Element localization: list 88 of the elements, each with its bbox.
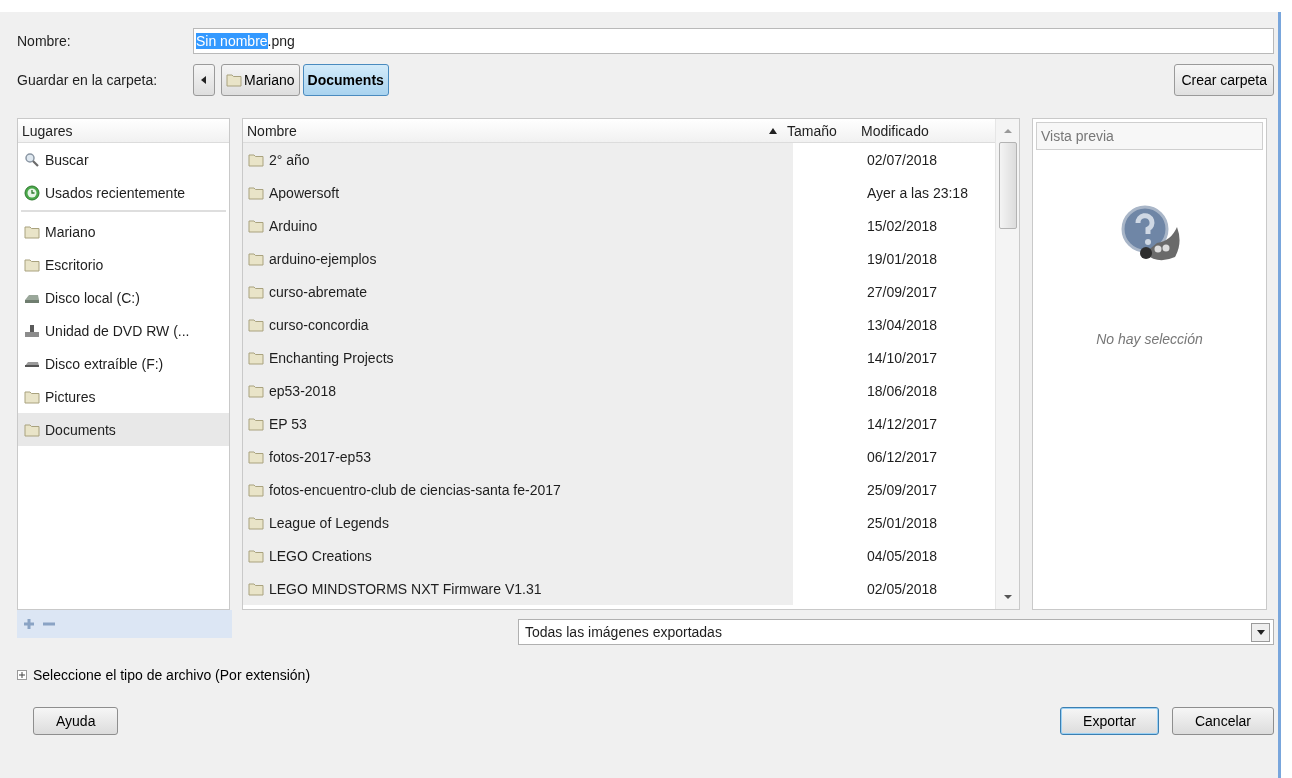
modified-date: 14/10/2017 (867, 349, 939, 366)
modified-date: 15/02/2018 (867, 217, 939, 234)
place-item[interactable]: Pictures (18, 380, 229, 413)
folder-icon (248, 581, 264, 596)
file-name[interactable]: LEGO MINDSTORMS NXT Firmware V1.31 (243, 572, 793, 605)
file-name[interactable]: League of Legends (243, 506, 793, 539)
file-name[interactable]: fotos-2017-ep53 (243, 440, 793, 473)
clock-icon (24, 184, 40, 201)
modified-date: 25/01/2018 (867, 514, 939, 531)
create-folder-button[interactable]: Crear carpeta (1174, 64, 1274, 96)
place-item[interactable]: Documents (18, 413, 229, 446)
folder-icon (248, 284, 264, 299)
dialog-button[interactable]: Exportar (1060, 707, 1159, 735)
removable-drive-icon (24, 359, 40, 368)
folder-icon (248, 515, 264, 530)
folder-icon (24, 257, 40, 272)
place-item[interactable]: Usados recientemente (18, 176, 229, 209)
modified-date: 18/06/2018 (867, 382, 939, 399)
folder-icon (248, 416, 264, 431)
place-item[interactable]: Mariano (18, 215, 229, 248)
place-item[interactable]: Disco extraíble (F:) (18, 347, 229, 380)
modified-date: 02/05/2018 (867, 580, 939, 597)
file-name[interactable]: LEGO Creations (243, 539, 793, 572)
file-name[interactable]: Apowersoft (243, 176, 793, 209)
column-header[interactable]: Nombre (243, 122, 297, 139)
modified-date: Ayer a las 23:18 (867, 184, 969, 201)
dialog-button[interactable]: Cancelar (1171, 707, 1274, 735)
scroll-down-icon[interactable] (1003, 595, 1012, 599)
field-label: Nombre: (17, 33, 72, 49)
file-name[interactable]: 2° año (243, 143, 793, 176)
file-type-expander[interactable]: Seleccione el tipo de archivo (Por extensión) (17, 667, 1274, 683)
file-name[interactable]: Arduino (243, 209, 793, 242)
file-name[interactable]: arduino-ejemplos (243, 242, 793, 275)
expand-icon (17, 670, 27, 680)
column-header: Lugares (22, 122, 73, 139)
folder-icon (248, 548, 264, 563)
folder-icon (248, 251, 264, 266)
scroll-up-icon[interactable] (1003, 129, 1012, 133)
filename-field[interactable]: Sin nombre.png (193, 28, 1274, 54)
file-name[interactable]: curso-abremate (243, 275, 793, 308)
modified-date: 14/12/2017 (867, 415, 939, 432)
search-icon (24, 151, 40, 168)
folder-icon (24, 224, 40, 239)
folder-icon (248, 449, 264, 464)
place-item[interactable]: Buscar (18, 143, 229, 176)
scrollbar-thumb[interactable] (998, 142, 1017, 229)
remove-icon[interactable] (43, 622, 55, 626)
add-icon[interactable] (23, 618, 35, 630)
dialog-button[interactable]: Ayuda (33, 707, 119, 735)
left-arrow-icon (201, 76, 207, 84)
file-name[interactable]: ep53-2018 (243, 374, 793, 407)
sort-ascending-icon (769, 127, 777, 134)
folder-icon (248, 383, 264, 398)
folder-icon (248, 317, 264, 332)
preview-header: Vista previa (1036, 122, 1263, 150)
folder-icon (248, 218, 264, 233)
file-name[interactable]: Enchanting Projects (243, 341, 793, 374)
folder-icon (226, 73, 242, 87)
file-name[interactable]: EP 53 (243, 407, 793, 440)
modified-date: 06/12/2017 (867, 448, 939, 465)
folder-icon (24, 389, 40, 404)
modified-date: 25/09/2017 (867, 481, 939, 498)
modified-date: 04/05/2018 (867, 547, 939, 564)
folder-icon (248, 482, 264, 497)
no-selection-text: No hay selección (1096, 331, 1203, 347)
path-button[interactable]: Documents (302, 64, 389, 96)
caret-icon (1256, 629, 1265, 635)
file-name[interactable]: curso-concordia (243, 308, 793, 341)
column-header[interactable]: Tamaño (783, 122, 857, 139)
file-name[interactable]: fotos-encuentro-club de ciencias-santa fe-2017 (243, 473, 793, 506)
place-item[interactable]: Disco local (C:) (18, 281, 229, 314)
folder-icon (248, 350, 264, 365)
modified-date: 13/04/2018 (867, 316, 939, 333)
column-header[interactable]: Modificado (857, 122, 982, 139)
field-label: Guardar en la carpeta: (17, 72, 159, 88)
scrollbar[interactable] (995, 119, 1019, 609)
place-item[interactable]: Unidad de DVD RW (... (18, 314, 229, 347)
scroll-left-button[interactable] (193, 64, 215, 96)
modified-date: 27/09/2017 (867, 283, 939, 300)
modified-date: 02/07/2018 (867, 151, 939, 168)
place-item[interactable]: Escritorio (18, 248, 229, 281)
folder-icon (24, 422, 40, 437)
dvd-drive-icon (24, 323, 40, 338)
folder-icon (248, 152, 264, 167)
modified-date: 19/01/2018 (867, 250, 939, 267)
file-filter-dropdown[interactable]: Todas las imágenes exportadas (518, 619, 1274, 645)
path-button[interactable]: Mariano (221, 64, 300, 96)
folder-icon (248, 185, 264, 200)
